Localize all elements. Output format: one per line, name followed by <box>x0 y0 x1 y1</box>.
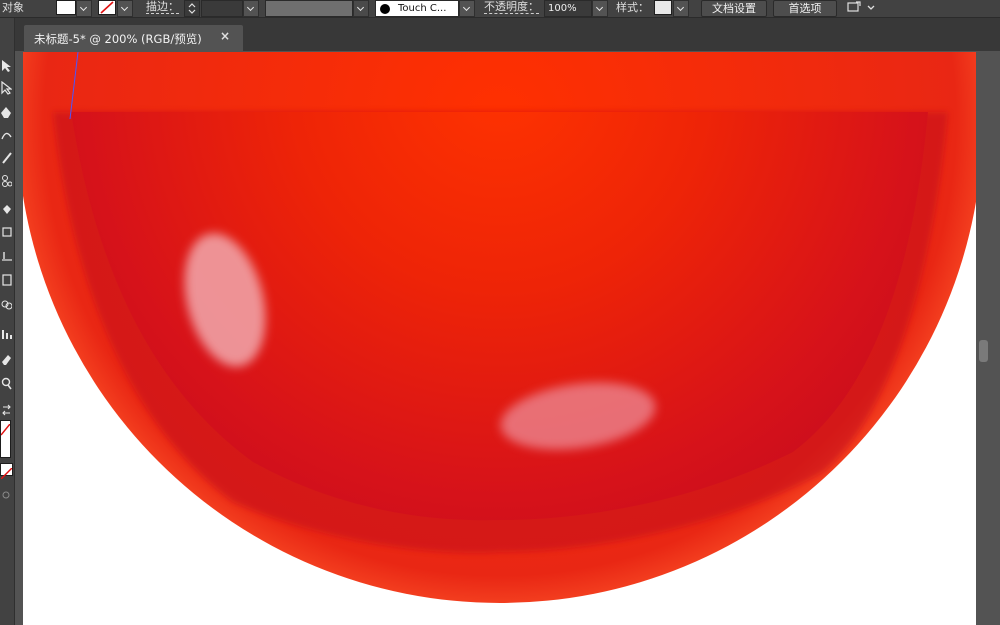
brush-dropdown[interactable] <box>459 0 475 17</box>
brush-name: Touch C... <box>398 3 447 14</box>
baidu-watermark: Bai 经验 jingyan.baidu.com <box>760 513 960 610</box>
stroke-swatch[interactable] <box>98 0 116 15</box>
curvature-icon <box>1 132 12 140</box>
fill-dropdown[interactable] <box>76 0 92 17</box>
opacity-value: 100% <box>548 3 577 14</box>
brush-dot-icon <box>380 4 390 14</box>
fill-swatch[interactable] <box>56 0 76 15</box>
arrange-documents-button[interactable] <box>846 0 878 17</box>
draw-mode-button[interactable] <box>0 486 13 506</box>
brush-definition[interactable]: Touch C... <box>375 0 459 17</box>
artboard-icon <box>2 227 12 237</box>
document-tab[interactable]: 未标题-5* @ 200% (RGB/预览) × <box>24 25 243 51</box>
brush-icon <box>2 152 12 164</box>
pen-icon <box>1 107 11 118</box>
opacity-label[interactable]: 不透明度： <box>484 0 539 14</box>
stroke-dropdown[interactable] <box>117 0 133 17</box>
gradient-icon <box>2 274 12 286</box>
opacity-arrow[interactable] <box>592 0 608 17</box>
eraser-icon <box>2 355 11 365</box>
gradient-tool[interactable] <box>0 270 13 290</box>
style-label: 样式： <box>616 1 649 14</box>
blend-icon <box>1 300 12 310</box>
watermark-url: jingyan.baidu.com <box>766 580 959 602</box>
curvature-tool[interactable] <box>0 126 13 146</box>
control-bar: 对象 描边： Touch C... 不透明度： 100% 样式： 文档设置 首选… <box>0 0 1000 18</box>
direct-selection-tool[interactable] <box>0 78 13 98</box>
none-slash-icon <box>0 423 11 436</box>
graph-tool[interactable] <box>0 324 13 344</box>
text-icon <box>2 252 12 261</box>
vertical-scrollbar[interactable] <box>976 52 1000 625</box>
eraser-tool[interactable] <box>0 351 13 371</box>
zoom-tool[interactable] <box>0 374 13 394</box>
swap-arrows-icon <box>2 404 11 416</box>
swap-fill-stroke[interactable] <box>0 400 13 420</box>
fill-color-box[interactable] <box>0 420 11 458</box>
object-label: 对象 <box>2 1 24 14</box>
stroke-weight-dropdown[interactable] <box>243 0 259 17</box>
none-slash-icon <box>100 1 114 14</box>
scrollbar-thumb[interactable] <box>979 340 988 362</box>
opacity-input[interactable]: 100% <box>544 0 592 17</box>
stepper-arrows-icon <box>188 3 196 14</box>
document-tab-bar: 未标题-5* @ 200% (RGB/预览) × <box>15 18 1000 51</box>
arrow-icon <box>2 60 11 72</box>
preferences-button[interactable]: 首选项 <box>773 0 837 17</box>
bar-graph-icon <box>2 330 12 339</box>
blend-tool[interactable] <box>0 294 13 314</box>
paintbrush-tool[interactable] <box>0 148 13 168</box>
stroke-label[interactable]: 描边： <box>146 0 179 14</box>
artboard-tool[interactable] <box>0 222 13 242</box>
variable-width-profile[interactable] <box>265 0 353 17</box>
direct-arrow-icon <box>1 81 12 95</box>
document-setup-button[interactable]: 文档设置 <box>701 0 767 17</box>
style-swatch[interactable] <box>654 0 672 15</box>
paint-bucket-icon <box>3 205 11 214</box>
variable-width-dropdown[interactable] <box>353 0 369 17</box>
shape-builder-icon <box>2 175 12 187</box>
zoom-icon <box>1 377 12 390</box>
arrange-icon <box>847 1 875 12</box>
document-tab-title: 未标题-5* @ 200% (RGB/预览) <box>34 32 202 46</box>
selection-tool[interactable] <box>0 56 13 76</box>
watermark-title: Bai 经验 <box>768 539 931 583</box>
shape-builder-tool[interactable] <box>0 171 13 191</box>
live-paint-tool[interactable] <box>0 200 13 220</box>
stroke-weight-stepper[interactable] <box>184 0 200 17</box>
none-slash-icon <box>0 467 13 480</box>
type-tool[interactable] <box>0 246 13 266</box>
none-color-button[interactable] <box>0 463 13 480</box>
tools-panel <box>0 18 15 625</box>
close-tab-icon[interactable]: × <box>220 29 230 43</box>
draw-mode-icon <box>2 491 10 499</box>
style-dropdown[interactable] <box>673 0 689 17</box>
pen-tool[interactable] <box>0 103 13 123</box>
stroke-weight-input[interactable] <box>201 0 243 17</box>
